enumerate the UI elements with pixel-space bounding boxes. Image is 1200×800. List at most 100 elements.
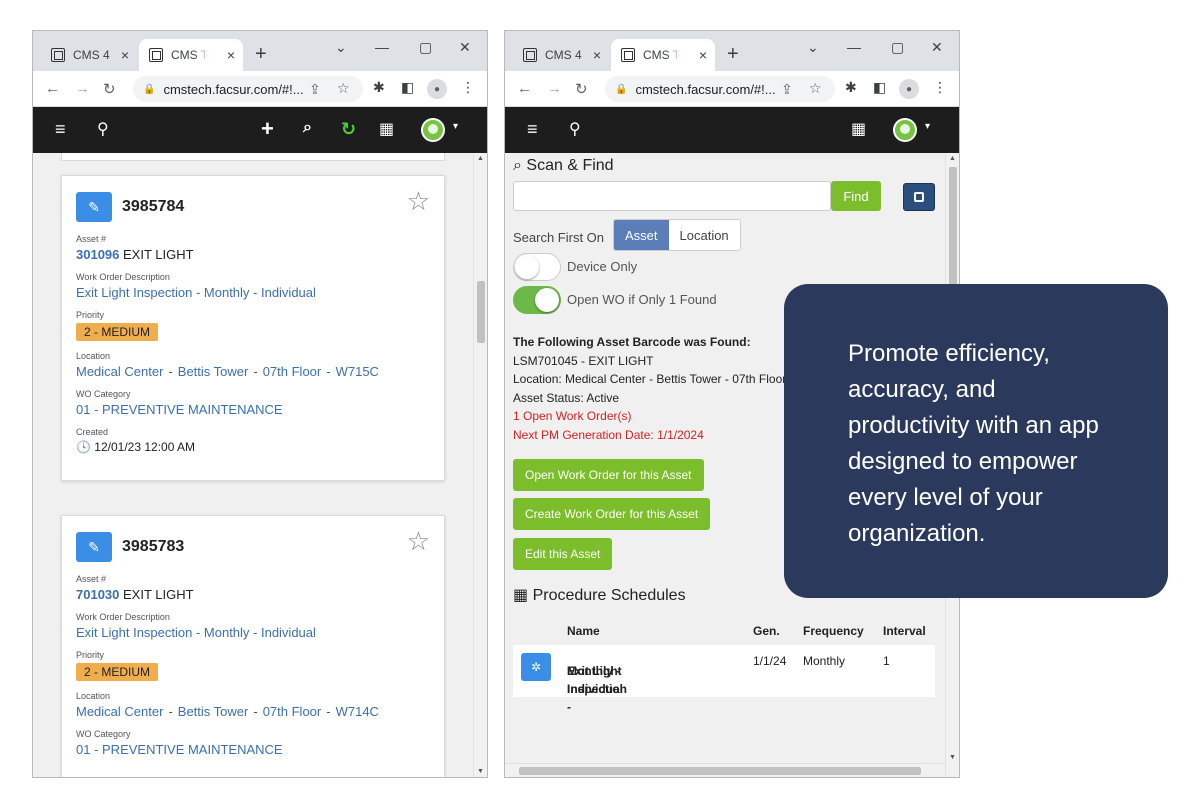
hamburger-menu-icon[interactable]: ≡ — [527, 119, 538, 140]
location-building-link[interactable]: Bettis Tower — [178, 704, 249, 719]
work-order-card[interactable]: ✎ 3985784 ☆ Asset # 301096 EXIT LIGHT Wo… — [61, 175, 445, 481]
profile-icon[interactable]: ● — [899, 79, 919, 99]
device-only-toggle[interactable] — [513, 253, 561, 281]
tab-search-icon[interactable]: ⌄ — [807, 39, 819, 56]
scroll-up-arrow-icon[interactable]: ▲ — [477, 155, 484, 162]
refresh-icon[interactable]: ↻ — [341, 119, 356, 140]
new-tab-button[interactable]: + — [727, 43, 739, 66]
create-work-order-button[interactable]: Create Work Order for this Asset — [513, 498, 711, 530]
back-icon[interactable]: ← — [517, 80, 532, 97]
close-window-icon[interactable]: ✕ — [459, 39, 471, 56]
gear-icon[interactable]: ✲ — [521, 653, 551, 681]
chevron-down-icon[interactable]: ▾ — [925, 121, 930, 132]
scroll-down-arrow-icon[interactable]: ▼ — [477, 768, 484, 775]
add-icon[interactable]: + — [261, 116, 274, 142]
tab-cms4[interactable]: CMS 4 × — [513, 39, 609, 71]
scrollbar-thumb[interactable] — [519, 767, 921, 775]
column-header-interval[interactable]: Interval — [883, 624, 926, 638]
menu-kebab-icon[interactable]: ⋮ — [461, 79, 475, 96]
search-icon[interactable]: ⌕ — [303, 119, 312, 137]
open-wo-toggle[interactable] — [513, 286, 561, 314]
browser-window-left: CMS 4 × CMS Tech × + ⌄ — ▢ ✕ ← → ↻ 🔒 cms… — [32, 30, 488, 778]
description-link[interactable]: Exit Light Inspection - Monthly - Indivi… — [76, 285, 430, 300]
work-order-card[interactable]: ✎ 3985783 ☆ Asset # 701030 EXIT LIGHT Wo… — [61, 515, 445, 777]
column-header-gen[interactable]: Gen. — [753, 624, 780, 638]
scroll-down-arrow-icon[interactable]: ▼ — [949, 754, 956, 761]
user-avatar[interactable] — [421, 118, 445, 142]
close-tab-icon[interactable]: × — [121, 47, 129, 63]
menu-kebab-icon[interactable]: ⋮ — [933, 79, 947, 96]
location-pin-icon[interactable]: ⚲ — [97, 119, 109, 139]
barcode-scan-button[interactable] — [903, 183, 935, 211]
new-tab-button[interactable]: + — [255, 43, 267, 66]
hamburger-menu-icon[interactable]: ≡ — [55, 119, 66, 140]
work-order-number: 3985783 — [122, 538, 185, 555]
barcode-search-input[interactable] — [513, 181, 831, 211]
segment-asset[interactable]: Asset — [614, 220, 669, 250]
reload-icon[interactable]: ↻ — [103, 80, 116, 98]
minimize-icon[interactable]: — — [847, 39, 861, 55]
profile-icon[interactable]: ● — [427, 79, 447, 99]
close-tab-icon[interactable]: × — [227, 47, 235, 63]
close-window-icon[interactable]: ✕ — [931, 39, 943, 56]
address-bar[interactable]: 🔒 cmstech.facsur.com/#!... — [605, 76, 835, 102]
bookmark-star-icon[interactable]: ☆ — [337, 80, 350, 97]
segment-location[interactable]: Location — [668, 220, 740, 250]
favorite-star-icon[interactable]: ☆ — [407, 186, 430, 217]
share-icon[interactable]: ⇪ — [309, 81, 321, 98]
apps-grid-icon[interactable]: ▦ — [379, 119, 394, 139]
side-panel-icon[interactable]: ◧ — [873, 79, 886, 96]
forward-icon[interactable]: → — [547, 80, 562, 97]
address-bar[interactable]: 🔒 cmstech.facsur.com/#!... — [133, 76, 363, 102]
category-link[interactable]: 01 - PREVENTIVE MAINTENANCE — [76, 742, 430, 757]
table-row[interactable]: ✲ Exit Light Inspection - Monthly - Indi… — [513, 645, 935, 714]
close-tab-icon[interactable]: × — [699, 47, 707, 63]
open-work-order-button[interactable]: Open Work Order for this Asset — [513, 459, 704, 491]
back-icon[interactable]: ← — [45, 80, 60, 97]
chevron-down-icon[interactable]: ▾ — [453, 121, 458, 132]
column-header-name[interactable]: Name — [567, 624, 600, 638]
location-site-link[interactable]: Medical Center — [76, 364, 163, 379]
location-building-link[interactable]: Bettis Tower — [178, 364, 249, 379]
reload-icon[interactable]: ↻ — [575, 80, 588, 98]
location-room-link[interactable]: W715C — [336, 364, 379, 379]
edit-pencil-icon[interactable]: ✎ — [76, 532, 112, 562]
open-wo-label: Open WO if Only 1 Found — [567, 292, 717, 307]
location-site-link[interactable]: Medical Center — [76, 704, 163, 719]
tab-search-icon[interactable]: ⌄ — [335, 39, 347, 56]
maximize-icon[interactable]: ▢ — [891, 39, 904, 56]
side-panel-icon[interactable]: ◧ — [401, 79, 414, 96]
tab-cms-tech[interactable]: CMS Tech × — [139, 39, 243, 71]
horizontal-scrollbar[interactable] — [505, 763, 945, 777]
location-floor-link[interactable]: 07th Floor — [263, 704, 322, 719]
location-floor-link[interactable]: 07th Floor — [263, 364, 322, 379]
minimize-icon[interactable]: — — [375, 39, 389, 55]
scroll-up-arrow-icon[interactable]: ▲ — [949, 155, 956, 162]
user-avatar[interactable] — [893, 118, 917, 142]
favorite-star-icon[interactable]: ☆ — [407, 526, 430, 557]
extensions-icon[interactable]: ✱ — [373, 79, 385, 96]
location-room-link[interactable]: W714C — [336, 704, 379, 719]
extensions-icon[interactable]: ✱ — [845, 79, 857, 96]
vertical-scrollbar[interactable]: ▲ ▼ — [473, 153, 487, 777]
maximize-icon[interactable]: ▢ — [419, 39, 432, 56]
edit-pencil-icon[interactable]: ✎ — [76, 192, 112, 222]
forward-icon[interactable]: → — [75, 80, 90, 97]
procedure-schedules-label: Procedure Schedules — [532, 587, 686, 604]
find-button[interactable]: Find — [831, 181, 881, 211]
description-link[interactable]: Exit Light Inspection - Monthly - Indivi… — [76, 625, 430, 640]
asset-id-link[interactable]: 701030 — [76, 587, 119, 602]
share-icon[interactable]: ⇪ — [781, 81, 793, 98]
field-label: Work Order Description — [76, 612, 170, 622]
tab-cms4[interactable]: CMS 4 × — [41, 39, 137, 71]
category-link[interactable]: 01 - PREVENTIVE MAINTENANCE — [76, 402, 430, 417]
column-header-frequency[interactable]: Frequency — [803, 624, 864, 638]
location-pin-icon[interactable]: ⚲ — [569, 119, 581, 139]
asset-id-link[interactable]: 301096 — [76, 247, 119, 262]
close-tab-icon[interactable]: × — [593, 47, 601, 63]
scrollbar-thumb[interactable] — [477, 281, 485, 343]
edit-asset-button[interactable]: Edit this Asset — [513, 538, 613, 570]
bookmark-star-icon[interactable]: ☆ — [809, 80, 822, 97]
apps-grid-icon[interactable]: ▦ — [851, 119, 866, 139]
tab-cms-tech[interactable]: CMS Tech × — [611, 39, 715, 71]
